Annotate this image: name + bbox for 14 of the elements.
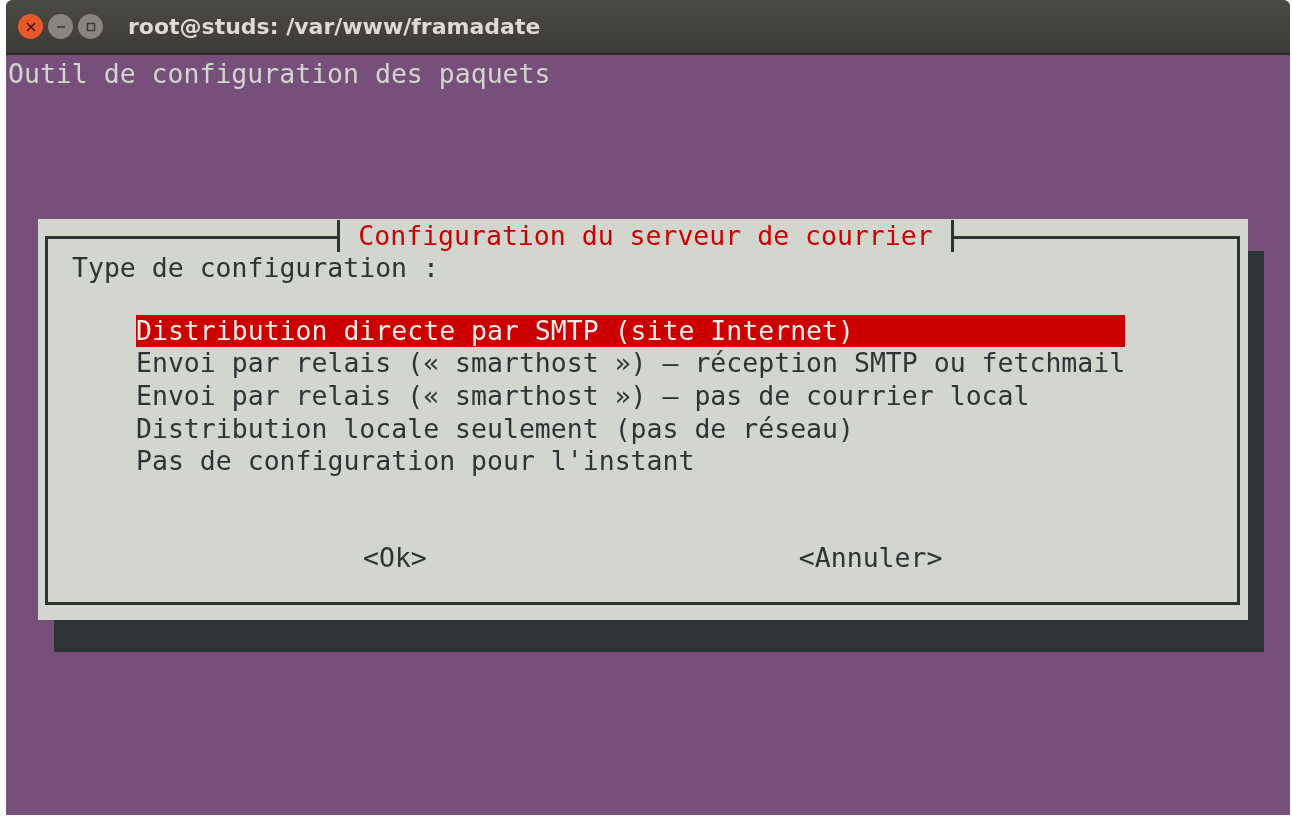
prompt-label: Type de configuration : xyxy=(72,252,439,285)
maximize-icon[interactable] xyxy=(78,14,103,39)
dialog-button[interactable]: <Ok> xyxy=(363,541,427,575)
menu-option[interactable]: Envoi par relais (« smarthost ») — réception SMTP ou fetchmail xyxy=(136,347,1126,380)
terminal-header: Outil de configuration des paquets xyxy=(7,58,551,91)
window-title: root@studs: /var/www/framadate xyxy=(128,14,541,39)
menu-option[interactable]: Distribution directe par SMTP (site Internet) xyxy=(136,314,1126,348)
menu-option[interactable]: Pas de configuration pour l'instant xyxy=(136,445,1126,478)
minimize-icon[interactable] xyxy=(48,14,73,39)
menu-option[interactable]: Envoi par relais (« smarthost ») — pas de courrier local xyxy=(136,379,1126,413)
dialog-title: Configuration du serveur de courrier xyxy=(337,219,954,253)
close-icon[interactable] xyxy=(18,14,43,39)
menu-option[interactable]: Distribution locale seulement (pas de réseau) xyxy=(136,412,1126,446)
dialog-button[interactable]: <Annuler> xyxy=(798,541,943,575)
